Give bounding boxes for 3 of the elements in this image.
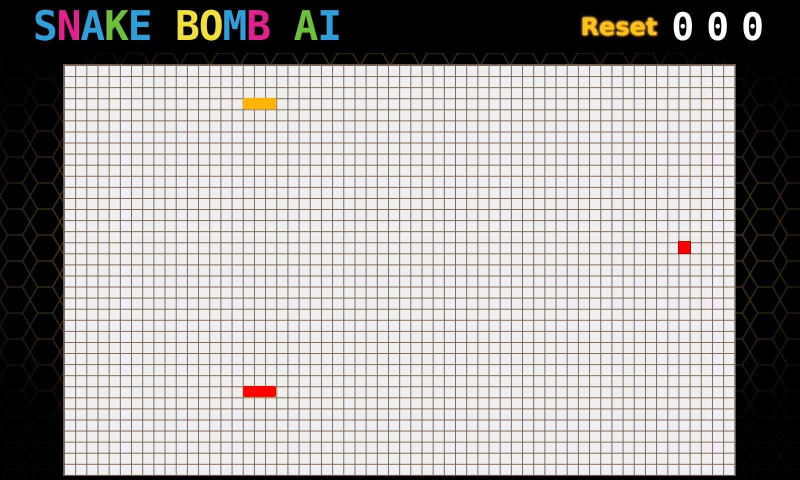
reset-button[interactable]: Reset (576, 12, 662, 40)
game-title: SNAKE BOMB AI (33, 6, 341, 47)
score-counter: 000 (671, 8, 776, 46)
